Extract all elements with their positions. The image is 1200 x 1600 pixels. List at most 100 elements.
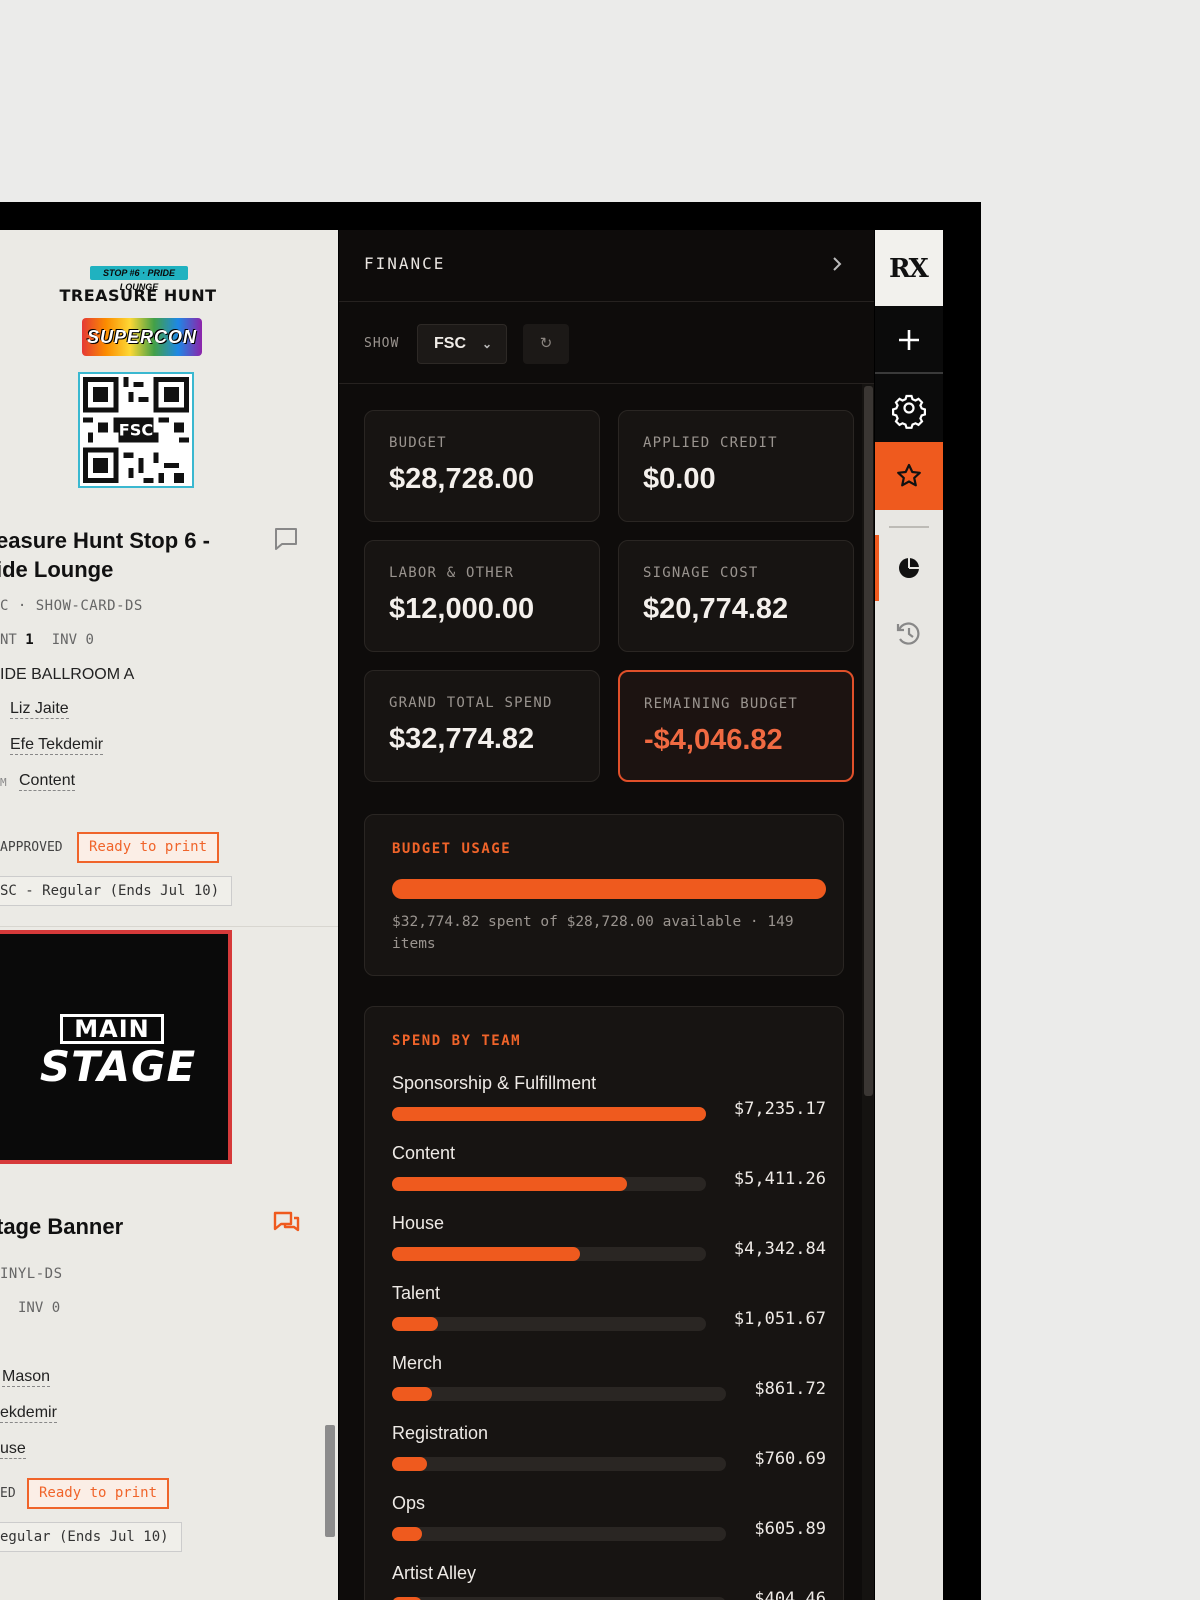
right-rail: RX (875, 230, 943, 1600)
thumb-stage-text: STAGE (39, 1042, 197, 1091)
team-name: Artist Alley (392, 1563, 477, 1583)
pricing-tag: egular (Ends Jul 10) (0, 1522, 182, 1552)
refresh-icon: ↻ (539, 335, 553, 352)
team-name: Sponsorship & Fulfillment (392, 1073, 597, 1093)
show-select[interactable]: FSC ⌄ (417, 324, 507, 364)
gear-icon (892, 394, 926, 429)
thumb-logo: SUPERCON (82, 318, 202, 356)
team-amount: $861.72 (754, 1379, 826, 1399)
budget-usage-card: BUDGET USAGE $32,774.82 spent of $28,728… (364, 814, 844, 976)
show-filter-row: SHOW FSC ⌄ ↻ (339, 302, 874, 384)
card-team[interactable]: Content (19, 772, 76, 791)
team-row: Talent $1,051.67 (392, 1283, 826, 1353)
budget-usage-bar (392, 879, 826, 899)
stat-grand-total: GRAND TOTAL SPEND $32,774.82 (364, 670, 600, 782)
stat-labor-other: LABOR & OTHER $12,000.00 (364, 540, 600, 652)
card-owner[interactable]: Liz Jaite (10, 700, 69, 719)
app-window: STOP #6 · PRIDE LOUNGE TREASURE HUNT SUP… (0, 202, 981, 1600)
team-name: Registration (392, 1423, 489, 1443)
team-bar-track (392, 1247, 706, 1261)
team-row: Registration $760.69 (392, 1423, 826, 1493)
team-amount: $605.89 (754, 1519, 826, 1539)
team-name: Content (392, 1143, 456, 1163)
chevron-right-icon[interactable] (829, 254, 845, 274)
chevron-down-icon: ⌄ (481, 337, 492, 351)
team-bar-fill (392, 1177, 627, 1191)
card-status: APPROVED (0, 840, 63, 855)
comments-active-icon[interactable] (272, 1210, 300, 1236)
card-sku: INYL-DS (0, 1266, 63, 1282)
card-list: STOP #6 · PRIDE LOUNGE TREASURE HUNT SUP… (0, 230, 338, 1600)
star-icon (897, 463, 921, 487)
rx-logo[interactable]: RX (875, 230, 943, 306)
pie-chart-icon (899, 557, 920, 578)
spend-by-team-label: SPEND BY TEAM (392, 1033, 522, 1049)
card-inv: INV 0 (18, 1300, 61, 1316)
card-status: ED (0, 1486, 16, 1501)
team-bar-fill (392, 1527, 422, 1541)
team-name: Ops (392, 1493, 426, 1513)
team-bar-track (392, 1317, 706, 1331)
team-amount: $760.69 (754, 1449, 826, 1469)
thumb-title: TREASURE HUNT (59, 286, 217, 305)
team-bar-fill (392, 1107, 706, 1121)
team-amount: $404.46 (754, 1589, 826, 1600)
team-bar-track (392, 1387, 726, 1401)
card-title[interactable]: tage Banner (0, 1212, 236, 1241)
team-bar-fill (392, 1247, 580, 1261)
add-button[interactable] (875, 306, 943, 374)
team-name: Merch (392, 1353, 443, 1373)
finance-title: FINANCE (364, 254, 446, 273)
finance-header: FINANCE (339, 230, 874, 302)
team-row: Artist Alley $404.46 (392, 1563, 826, 1600)
team-name: House (392, 1213, 445, 1233)
card-list-scrollbar[interactable] (325, 1425, 335, 1537)
card-location: IDE BALLROOM A (0, 666, 135, 683)
team-bar-track (392, 1457, 726, 1471)
qr-code: FSC (80, 374, 192, 486)
card-assignee[interactable]: ekdemir (0, 1404, 57, 1423)
card-thumbnail: MAIN STAGE (0, 930, 232, 1164)
ready-to-print-badge[interactable]: Ready to print (27, 1478, 170, 1509)
team-bar-track (392, 1527, 726, 1541)
card-title[interactable]: easure Hunt Stop 6 - ide Lounge (0, 526, 236, 584)
stat-budget: BUDGET $28,728.00 (364, 410, 600, 522)
stat-applied-credit: APPLIED CREDIT $0.00 (618, 410, 854, 522)
card-owner[interactable]: Mason (2, 1368, 51, 1387)
comment-icon[interactable] (272, 526, 300, 552)
rail-divider (889, 526, 929, 528)
settings-button[interactable] (875, 374, 943, 442)
refresh-button[interactable]: ↻ (523, 324, 569, 364)
history-icon (896, 622, 920, 645)
team-amount: $1,051.67 (733, 1309, 826, 1329)
card-team[interactable]: use (0, 1440, 26, 1459)
thumb-main-text: MAIN (60, 1014, 164, 1044)
team-bar-fill (392, 1387, 432, 1401)
spend-by-team-card: SPEND BY TEAM Sponsorship & Fulfillment $… (364, 1006, 844, 1600)
budget-usage-label: BUDGET USAGE (392, 841, 512, 857)
card-assignee[interactable]: Efe Tekdemir (10, 736, 104, 755)
team-row: Content $5,411.26 (392, 1143, 826, 1213)
thumb-banner: STOP #6 · PRIDE LOUNGE (90, 266, 188, 292)
team-amount: $7,235.17 (733, 1099, 826, 1119)
show-label: SHOW (364, 336, 400, 351)
team-row: Ops $605.89 (392, 1493, 826, 1563)
team-name: Talent (392, 1283, 441, 1303)
pricing-tag: SC - Regular (Ends Jul 10) (0, 876, 233, 906)
ready-to-print-badge[interactable]: Ready to print (77, 832, 220, 863)
team-bar-track (392, 1177, 706, 1191)
finance-view-button[interactable] (875, 535, 943, 601)
finance-scrollbar[interactable] (864, 386, 873, 1096)
team-amount: $5,411.26 (733, 1169, 826, 1189)
finance-panel: FINANCE SHOW FSC ⌄ ↻ BUDGET $28,728.00 A… (339, 230, 874, 1600)
team-prefix: M (0, 776, 7, 789)
card-divider (0, 926, 338, 927)
favorites-button[interactable] (875, 442, 943, 510)
svg-text:FSC: FSC (119, 421, 154, 440)
team-bar-fill (392, 1317, 438, 1331)
budget-usage-text: $32,774.82 spent of $28,728.00 available… (392, 914, 794, 952)
history-button[interactable] (875, 601, 943, 667)
plus-icon (899, 330, 919, 350)
team-bar-track (392, 1107, 706, 1121)
budget-usage-fill (392, 879, 826, 899)
